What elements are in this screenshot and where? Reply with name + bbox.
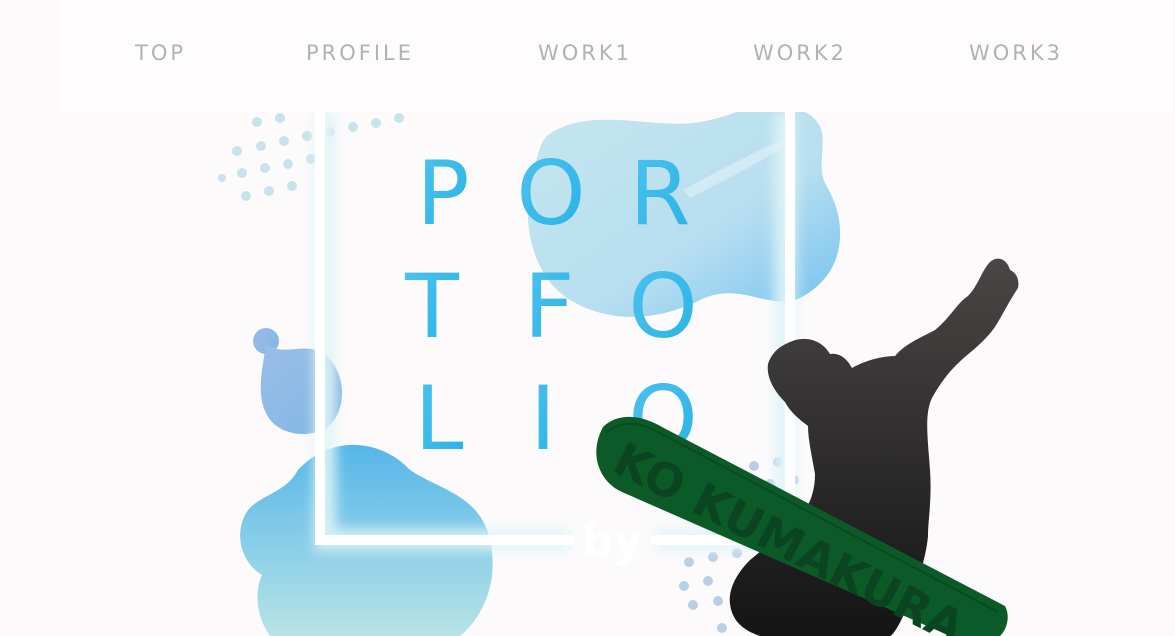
title-letter: O (628, 255, 697, 358)
title-letter: O (516, 142, 585, 245)
portfolio-title: P O R T F O L I O (404, 142, 698, 470)
title-letter: F (524, 255, 575, 358)
top-navigation: TOP PROFILE WORK1 WORK2 WORK3 (62, 0, 1174, 112)
title-letter: L (414, 367, 463, 470)
nav-link-work1[interactable]: WORK1 (538, 41, 632, 65)
dot-pattern-top-left (218, 113, 404, 201)
nav-link-profile[interactable]: PROFILE (306, 41, 414, 65)
byline-text: by (582, 516, 642, 567)
title-letter: R (629, 142, 690, 245)
nav-link-work3[interactable]: WORK3 (969, 41, 1063, 65)
hero-graphic: P O R T F O L I O by KO KUMAKURA (0, 112, 1175, 636)
nav-link-top[interactable]: TOP (135, 41, 186, 65)
hero-illustration: P O R T F O L I O by KO KUMAKURA (218, 112, 1019, 636)
nav-link-work2[interactable]: WORK2 (753, 41, 847, 65)
title-letter: P (416, 142, 469, 245)
title-letter: T (404, 255, 460, 358)
title-letter: I (530, 367, 556, 470)
